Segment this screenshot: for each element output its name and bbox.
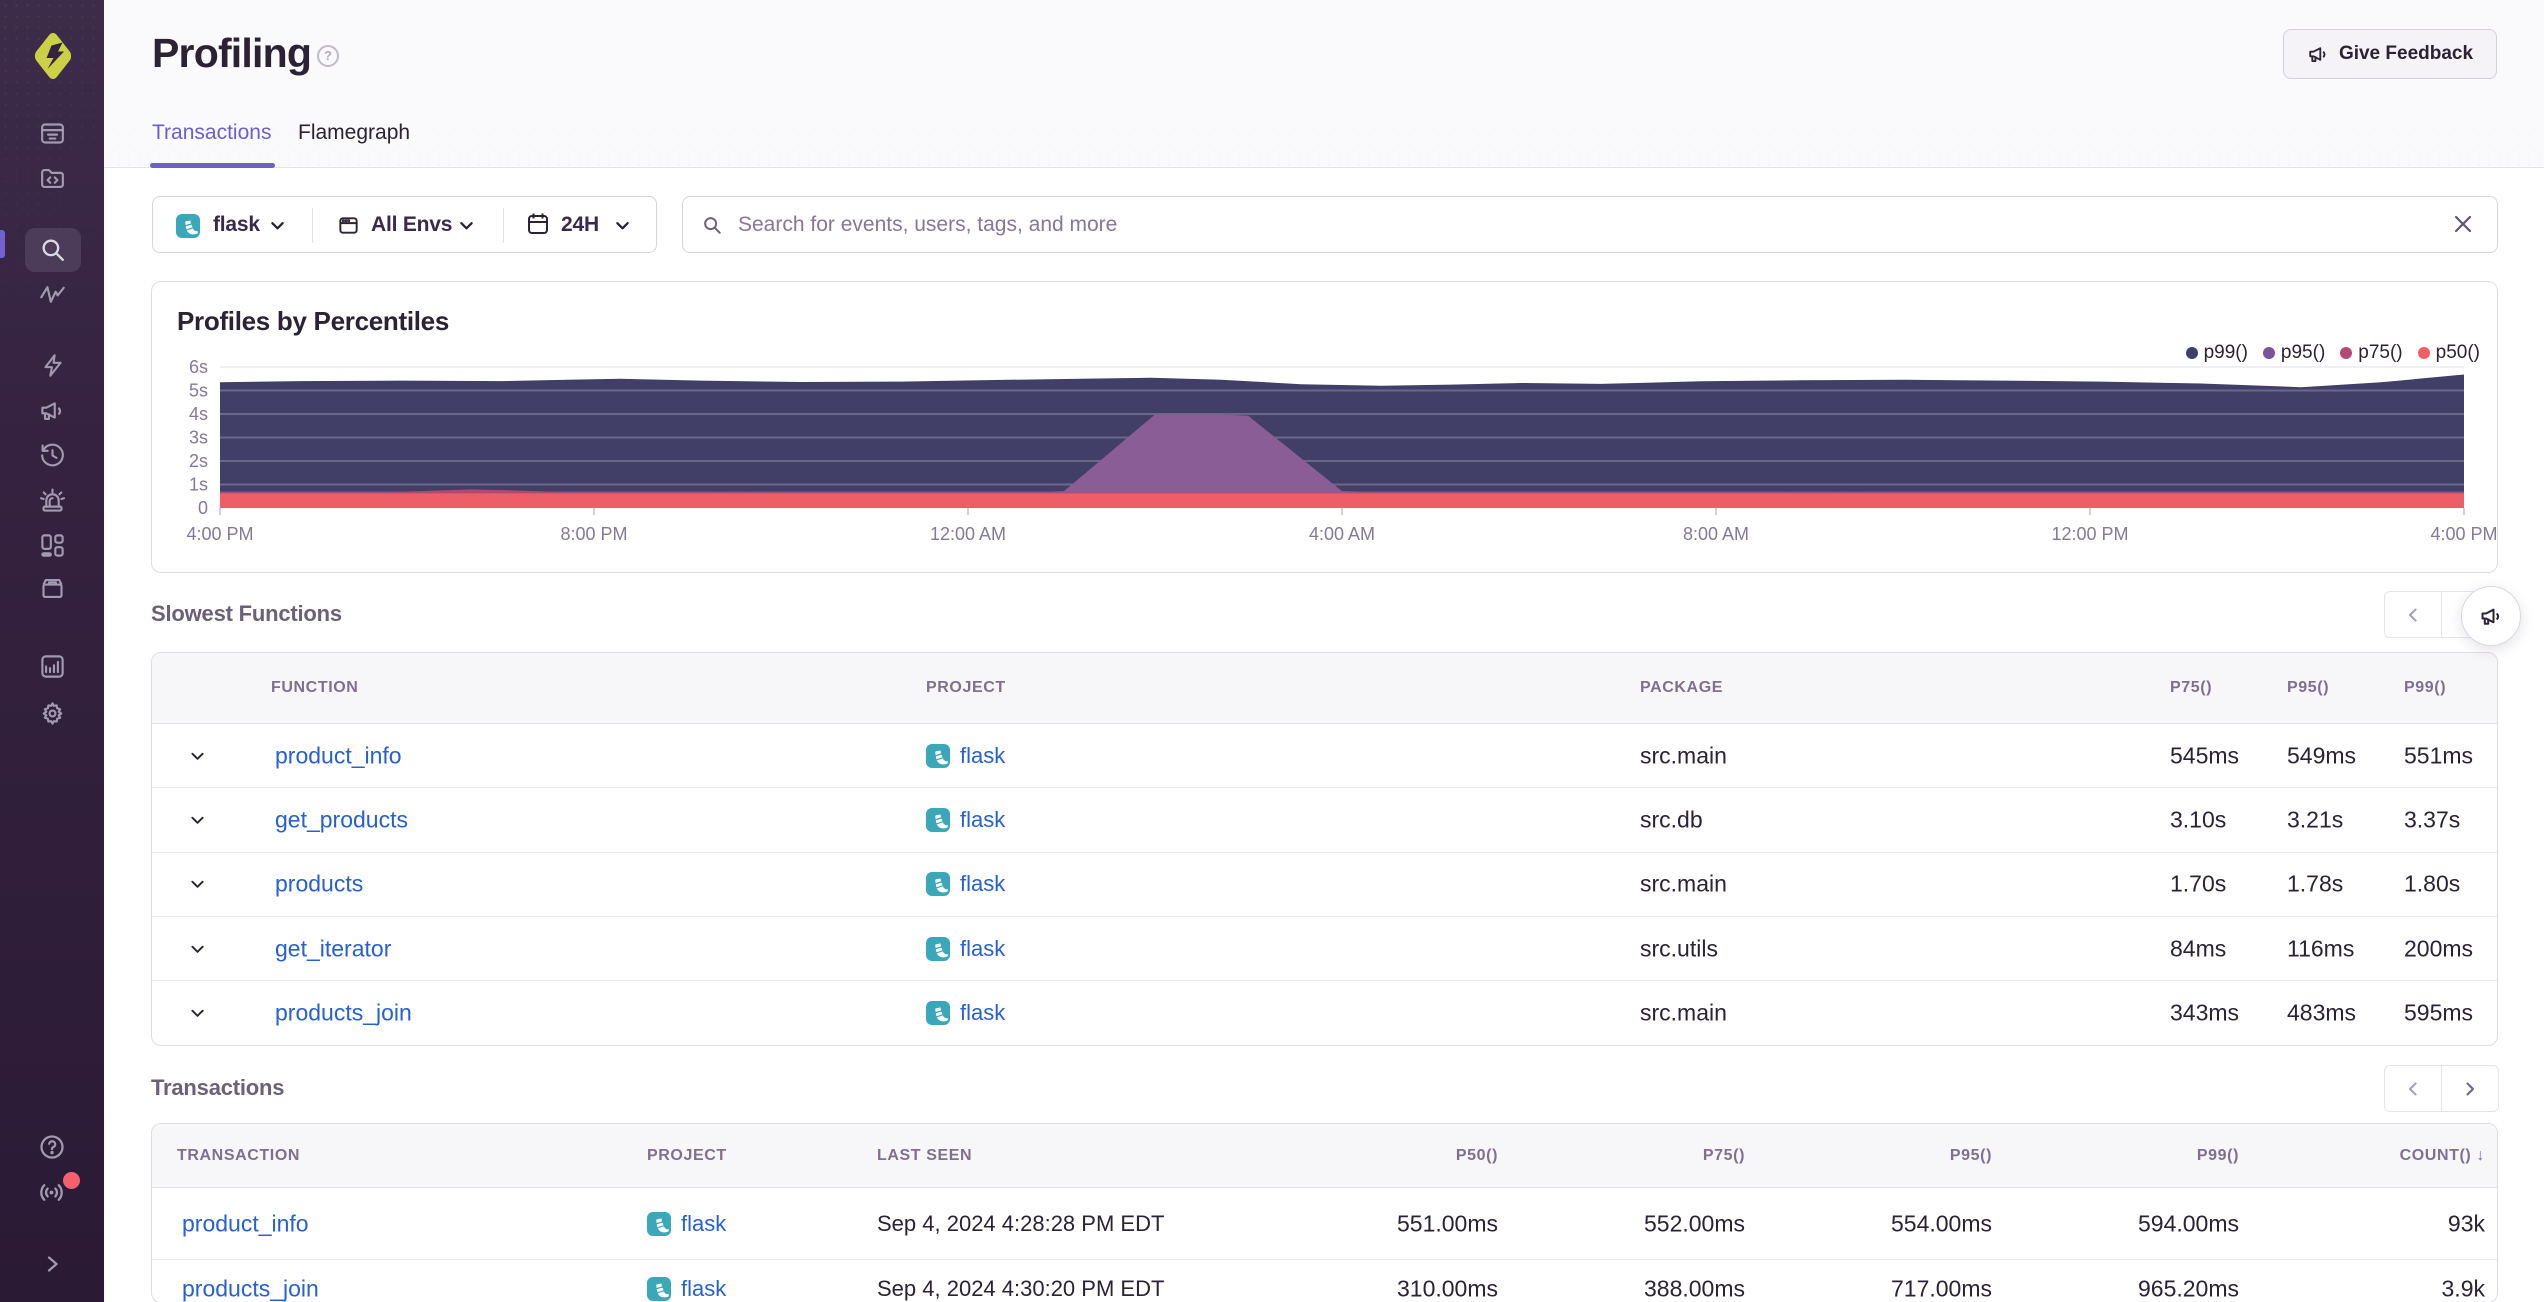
svg-text:8:00 AM: 8:00 AM xyxy=(1683,524,1749,544)
svg-text:4:00 PM: 4:00 PM xyxy=(186,524,253,544)
svg-text:0: 0 xyxy=(198,498,208,518)
svg-text:4s: 4s xyxy=(189,404,208,424)
svg-text:6s: 6s xyxy=(189,357,208,377)
svg-text:12:00 PM: 12:00 PM xyxy=(2051,524,2128,544)
svg-text:12:00 AM: 12:00 AM xyxy=(930,524,1006,544)
svg-text:4:00 PM: 4:00 PM xyxy=(2430,524,2497,544)
svg-text:5s: 5s xyxy=(189,381,208,401)
svg-text:3s: 3s xyxy=(189,428,208,448)
svg-text:4:00 AM: 4:00 AM xyxy=(1309,524,1375,544)
svg-text:2s: 2s xyxy=(189,451,208,471)
svg-text:8:00 PM: 8:00 PM xyxy=(560,524,627,544)
svg-text:1s: 1s xyxy=(189,475,208,495)
